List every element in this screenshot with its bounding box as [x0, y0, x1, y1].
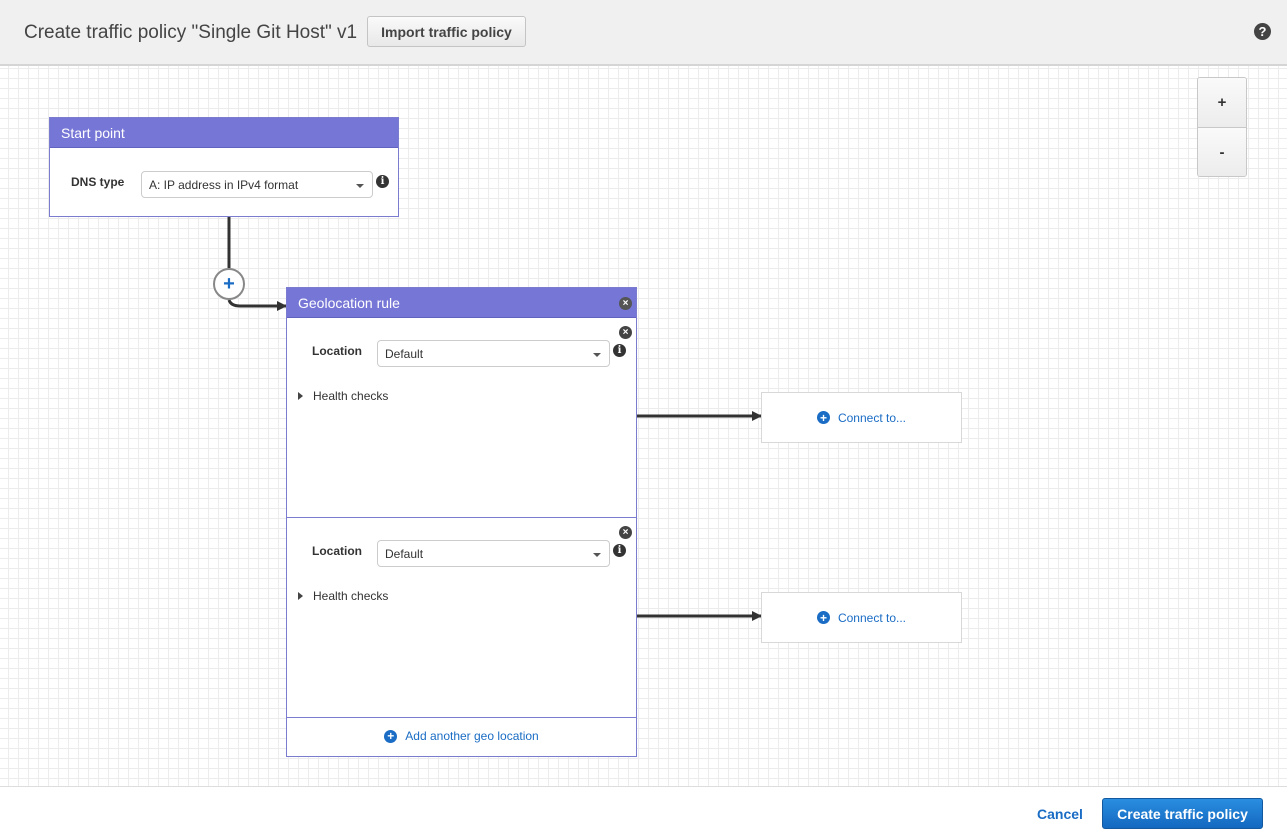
location-label: Location [312, 344, 362, 358]
plus-circle-icon: + [816, 411, 830, 424]
chevron-down-icon [356, 184, 364, 188]
start-point-node[interactable]: Start point DNS type A: IP address in IP… [49, 117, 399, 217]
connect-to-label: Connect to... [837, 410, 907, 425]
info-icon[interactable]: i [613, 344, 626, 357]
zoom-out-button[interactable]: - [1198, 127, 1246, 176]
zoom-controls: + - [1197, 77, 1247, 177]
import-traffic-policy-button[interactable]: Import traffic policy [367, 16, 526, 47]
geolocation-rule-title-text: Geolocation rule [298, 294, 400, 311]
geolocation-rule-title: Geolocation rule × [287, 288, 636, 318]
cancel-button[interactable]: Cancel [1037, 806, 1083, 822]
chevron-down-icon [593, 353, 601, 357]
health-checks-label: Health checks [313, 589, 389, 603]
health-checks-label: Health checks [313, 389, 389, 403]
info-icon[interactable]: i [376, 175, 389, 188]
add-rule-button[interactable]: + [213, 268, 245, 300]
health-checks-toggle[interactable]: Health checks [298, 389, 388, 403]
connect-to-button[interactable]: + Connect to... [761, 392, 962, 443]
info-icon[interactable]: i [613, 544, 626, 557]
connect-to-button[interactable]: + Connect to... [761, 592, 962, 643]
caret-right-icon [298, 392, 303, 400]
add-geo-location-label: Add another geo location [405, 729, 539, 743]
location-label: Location [312, 544, 362, 558]
dns-type-label: DNS type [71, 175, 125, 189]
dns-type-select[interactable]: A: IP address in IPv4 format [141, 171, 373, 198]
plus-icon: + [223, 272, 235, 295]
location-divider [287, 517, 636, 518]
remove-location-icon[interactable]: × [619, 326, 632, 339]
health-checks-toggle[interactable]: Health checks [298, 589, 388, 603]
dns-type-value: A: IP address in IPv4 format [149, 177, 299, 192]
location-value: Default [385, 346, 424, 361]
page-footer: Cancel Create traffic policy [0, 786, 1287, 840]
caret-right-icon [298, 592, 303, 600]
page-title: Create traffic policy "Single Git Host" … [24, 22, 358, 43]
add-geo-location-button[interactable]: + Add another geo location [287, 716, 636, 756]
page-header: Create traffic policy "Single Git Host" … [0, 0, 1287, 66]
geolocation-rule-node[interactable]: Geolocation rule × × Location Default i … [286, 287, 637, 757]
plus-circle-icon: + [816, 611, 830, 624]
chevron-down-icon [593, 553, 601, 557]
connect-to-label: Connect to... [837, 610, 907, 625]
create-traffic-policy-button[interactable]: Create traffic policy [1102, 798, 1263, 829]
help-icon[interactable]: ? [1254, 23, 1271, 40]
location-select[interactable]: Default [377, 340, 610, 367]
start-point-title: Start point [50, 118, 398, 148]
location-select[interactable]: Default [377, 540, 610, 567]
location-value: Default [385, 546, 424, 561]
delete-rule-icon[interactable]: × [619, 297, 632, 310]
plus-circle-icon: + [384, 729, 398, 743]
zoom-in-button[interactable]: + [1198, 78, 1246, 127]
remove-location-icon[interactable]: × [619, 526, 632, 539]
